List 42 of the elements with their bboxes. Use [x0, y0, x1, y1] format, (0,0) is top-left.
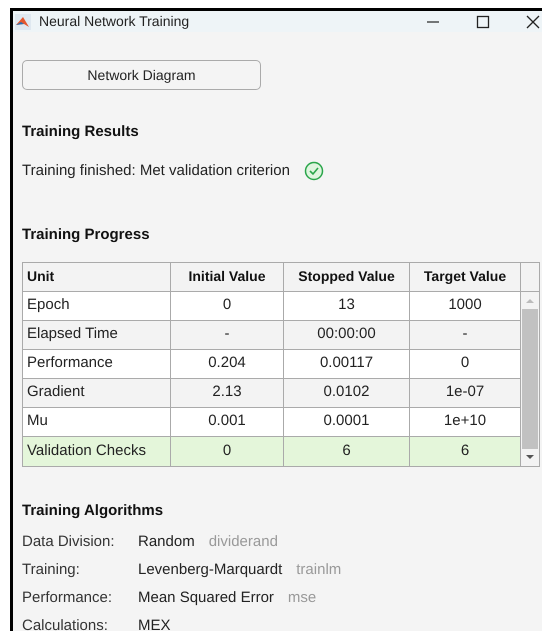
- app-logo-icon: [15, 14, 31, 30]
- table-cell: Epoch: [23, 292, 171, 320]
- table-cell: 0.0001: [284, 408, 410, 436]
- window-title: Neural Network Training: [39, 12, 190, 31]
- table-cell: 13: [284, 292, 410, 320]
- scrollbar[interactable]: [521, 292, 539, 466]
- table-cell: 6: [284, 436, 410, 466]
- table-cell: 0.0102: [284, 378, 410, 406]
- table-cell: Elapsed Time: [23, 320, 171, 348]
- algorithm-value: MEX: [138, 616, 171, 631]
- table-cell: 0.204: [171, 350, 284, 378]
- table-cell: 00:00:00: [284, 320, 410, 348]
- algorithm-label: Data Division:: [22, 532, 116, 552]
- column-header: Unit: [23, 262, 171, 290]
- table-cell: 2.13: [171, 378, 284, 406]
- close-icon[interactable]: [526, 14, 540, 28]
- algorithm-label: Training:: [22, 560, 81, 580]
- algorithm-label: Performance:: [22, 588, 114, 608]
- table-cell: 0: [171, 436, 284, 466]
- algorithm-value: Mean Squared Error: [138, 588, 274, 608]
- table-cell: Gradient: [23, 378, 171, 406]
- algorithm-value: Random: [138, 532, 195, 552]
- column-header: Initial Value: [171, 262, 284, 290]
- table-cell: 0: [171, 292, 284, 320]
- table-cell: Validation Checks: [23, 436, 171, 466]
- column-header: Stopped Value: [284, 262, 410, 290]
- section-heading: Training Progress: [22, 225, 151, 245]
- algorithm-label: Calculations:: [22, 616, 109, 631]
- status-text: Training finished: Met validation criterion: [22, 160, 290, 180]
- table-cell: 0.00117: [284, 350, 410, 378]
- section-heading: Training Algorithms: [22, 500, 164, 520]
- section-heading: Training Results: [22, 122, 140, 142]
- table-cell: 0.001: [171, 408, 284, 436]
- table-cell: Mu: [23, 408, 171, 436]
- table-cell: Performance: [23, 350, 171, 378]
- network-diagram-button[interactable]: Network Diagram: [22, 60, 261, 90]
- table-cell: -: [171, 320, 284, 348]
- function-name: mse: [288, 588, 316, 608]
- function-name: dividerand: [208, 532, 278, 552]
- algorithm-value: Levenberg-Marquardt: [138, 560, 282, 580]
- maximize-icon[interactable]: [476, 14, 490, 28]
- function-name: trainlm: [296, 560, 342, 580]
